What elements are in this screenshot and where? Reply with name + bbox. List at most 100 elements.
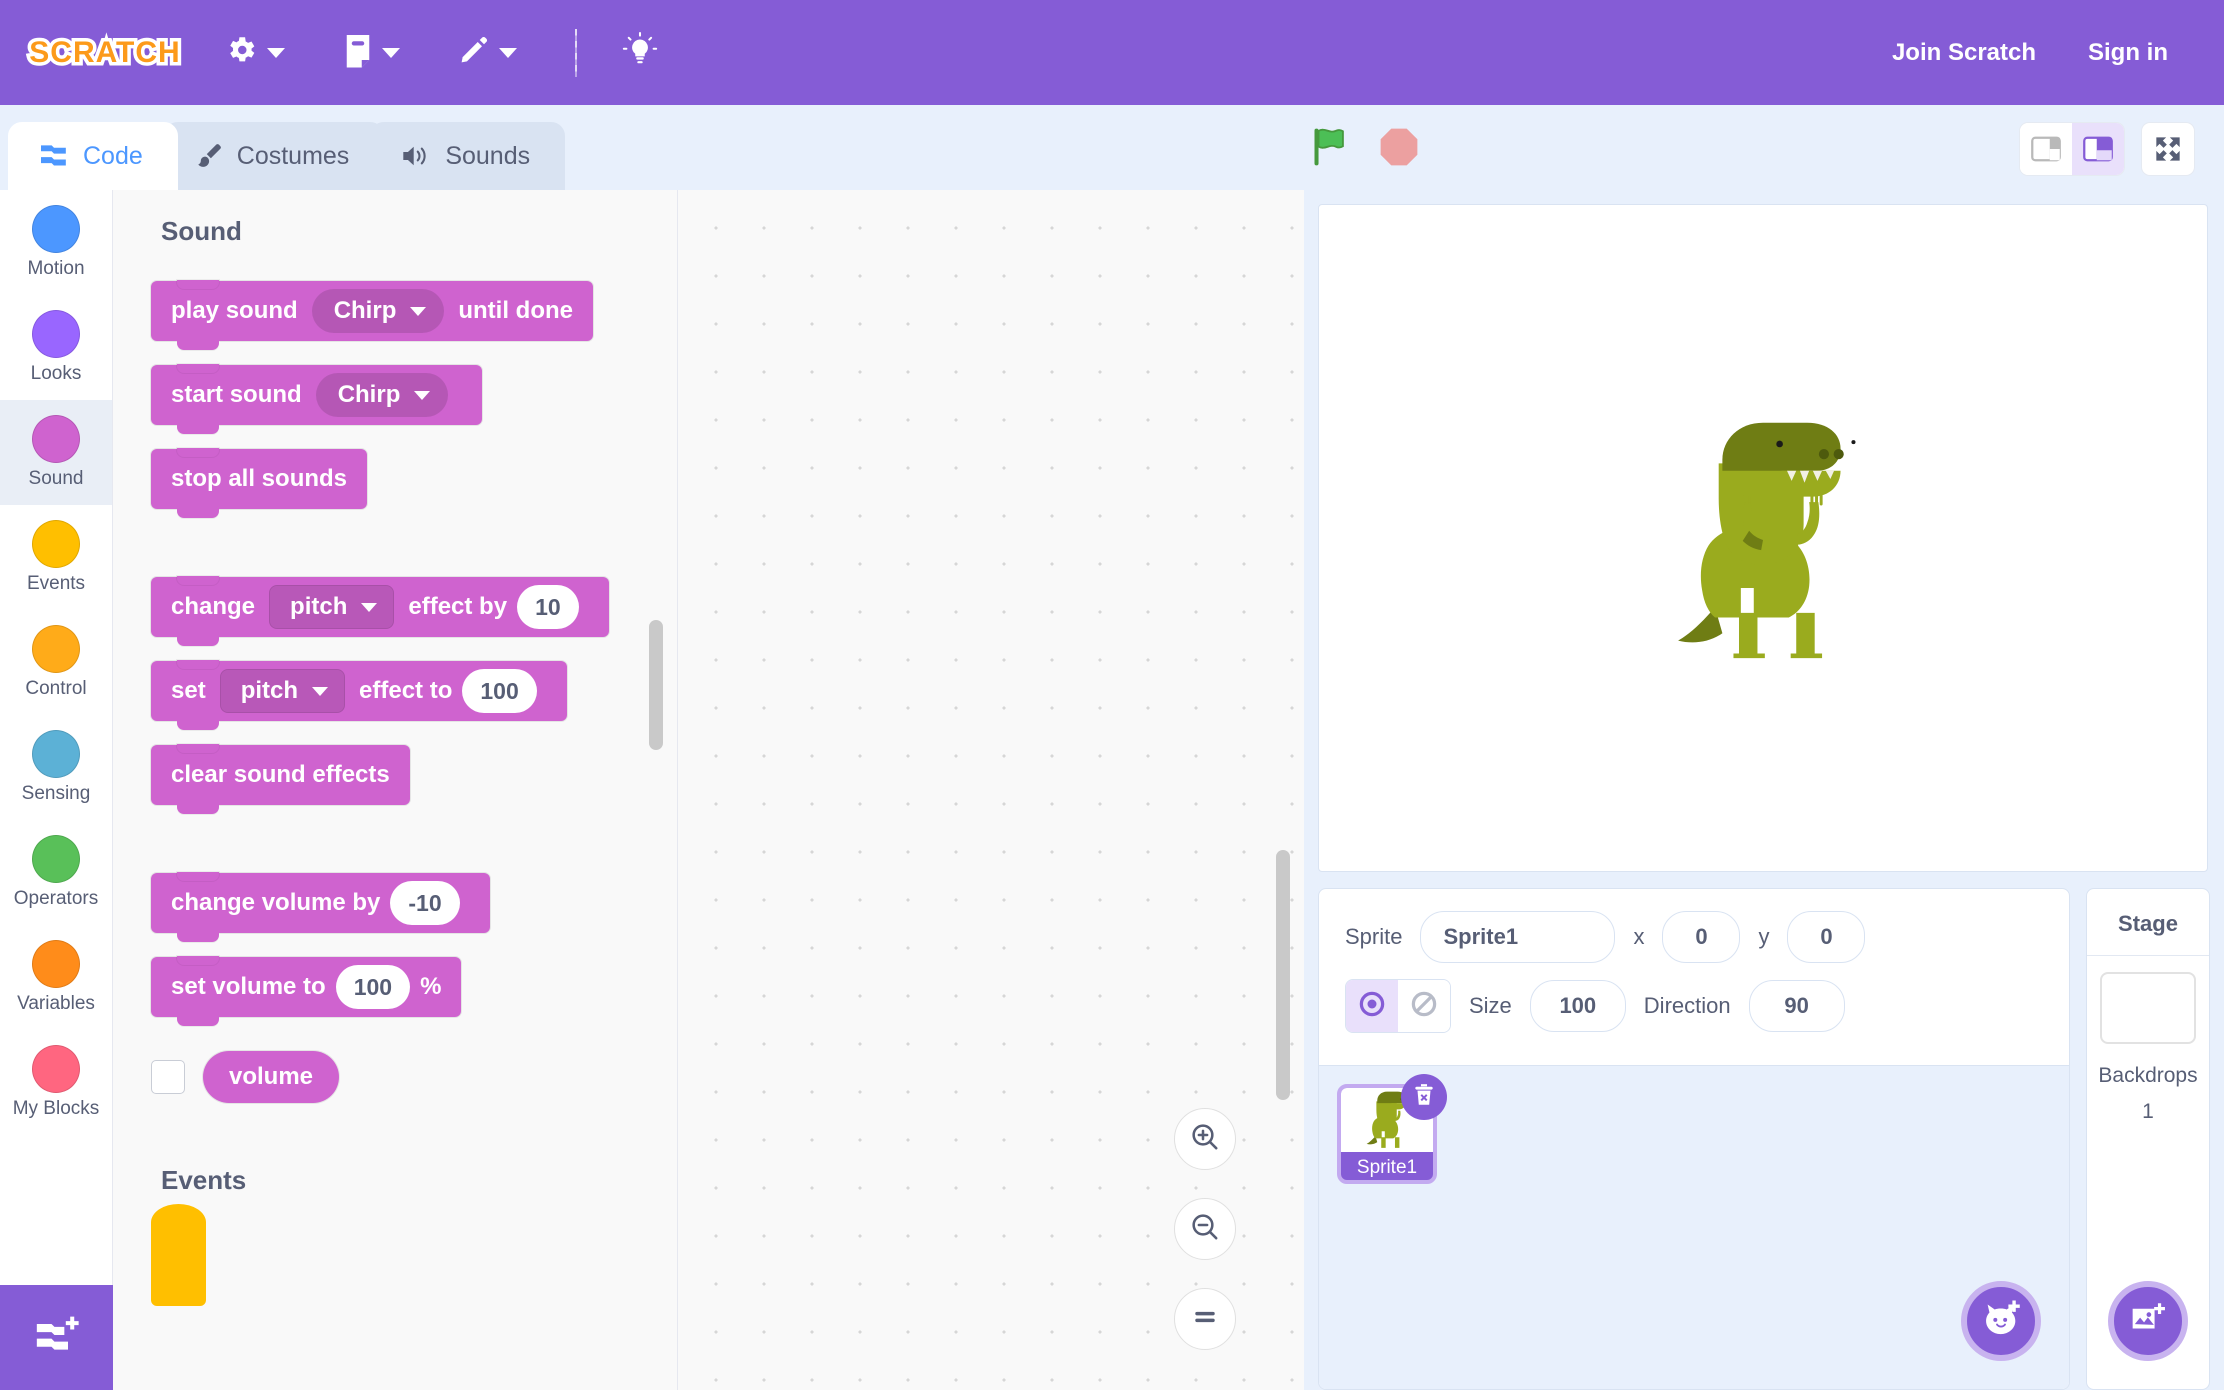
eye-icon xyxy=(1357,989,1387,1024)
block-label: change volume by xyxy=(171,889,380,917)
block-play-sound-until-done[interactable]: play sound Chirp until done xyxy=(151,281,593,341)
stage-and-sprites: Sprite Sprite1 x 0 y 0 xyxy=(1304,190,2224,1390)
backdrops-count: 1 xyxy=(2142,1100,2154,1124)
sprite-show-button[interactable] xyxy=(1346,980,1398,1032)
zoom-in-button[interactable] xyxy=(1174,1108,1236,1170)
block-clear-sound-effects[interactable]: clear sound effects xyxy=(151,745,410,805)
dropdown-value: Chirp xyxy=(334,297,397,325)
category-label: Variables xyxy=(17,993,95,1015)
block-label: play sound xyxy=(171,297,298,325)
chevron-down-icon xyxy=(414,391,430,400)
tab-code[interactable]: Code xyxy=(8,122,178,190)
category-control[interactable]: Control xyxy=(0,610,112,715)
volume-value-input[interactable]: 100 xyxy=(336,965,410,1009)
block-label: % xyxy=(420,973,441,1001)
category-events[interactable]: Events xyxy=(0,505,112,610)
stage-sprite-dinosaur[interactable] xyxy=(1643,408,1883,678)
add-backdrop-icon xyxy=(2129,1301,2167,1342)
green-flag-button[interactable] xyxy=(1310,125,1352,169)
effect-amount-input[interactable]: 10 xyxy=(517,585,579,629)
sprite-info: Sprite Sprite1 x 0 y 0 xyxy=(1319,889,2069,1065)
delete-sprite-button[interactable] xyxy=(1401,1074,1447,1120)
sprite-list-item[interactable]: Sprite1 xyxy=(1337,1084,1437,1184)
palette-heading-sound: Sound xyxy=(161,216,677,247)
category-color-dot xyxy=(32,1045,80,1093)
block-start-sound[interactable]: start sound Chirp xyxy=(151,365,482,425)
block-volume-reporter[interactable]: volume xyxy=(203,1051,339,1103)
small-stage-button[interactable] xyxy=(2020,123,2072,175)
sprite-hide-button[interactable] xyxy=(1398,980,1450,1032)
volume-change-input[interactable]: -10 xyxy=(390,881,459,925)
category-label: Sensing xyxy=(22,783,91,805)
stage-selector-pane: Stage Backdrops 1 xyxy=(2086,888,2210,1390)
file-menu[interactable] xyxy=(325,23,418,83)
edit-menu[interactable] xyxy=(440,23,535,83)
sprite-y-input[interactable]: 0 xyxy=(1787,911,1865,963)
large-stage-button[interactable] xyxy=(2072,123,2124,175)
sprite-x-input[interactable]: 0 xyxy=(1662,911,1740,963)
backdrop-thumbnail[interactable] xyxy=(2100,972,2196,1044)
sprite-direction-input[interactable]: 90 xyxy=(1749,980,1845,1032)
block-label: effect by xyxy=(408,593,507,621)
block-change-volume-by[interactable]: change volume by -10 xyxy=(151,873,490,933)
pencil-icon xyxy=(458,34,490,71)
block-set-volume-to[interactable]: set volume to 100 % xyxy=(151,957,461,1017)
add-extension-icon xyxy=(33,1313,81,1362)
sprite-visibility-group xyxy=(1345,979,1451,1033)
sign-in-button[interactable]: Sign in xyxy=(2062,39,2194,67)
tab-costumes[interactable]: Costumes xyxy=(164,122,385,190)
stop-button[interactable] xyxy=(1378,126,1420,168)
fullscreen-button[interactable] xyxy=(2142,123,2194,175)
sprite-size-input[interactable]: 100 xyxy=(1530,980,1626,1032)
chevron-down-icon xyxy=(499,48,517,58)
block-when-flag-clicked-palette[interactable] xyxy=(151,1230,206,1306)
stage-display[interactable] xyxy=(1318,204,2208,872)
lightbulb-icon xyxy=(621,31,659,74)
effect-dropdown[interactable]: pitch xyxy=(220,669,345,713)
category-sensing[interactable]: Sensing xyxy=(0,715,112,820)
effect-value-input[interactable]: 100 xyxy=(462,669,536,713)
sound-dropdown[interactable]: Chirp xyxy=(316,373,449,417)
zoom-in-icon xyxy=(1189,1121,1221,1158)
sound-dropdown[interactable]: Chirp xyxy=(312,289,445,333)
add-sprite-button[interactable] xyxy=(1961,1281,2041,1361)
tab-costumes-label: Costumes xyxy=(237,142,350,171)
block-change-effect-by[interactable]: change pitch effect by 10 xyxy=(151,577,609,637)
zoom-out-button[interactable] xyxy=(1174,1198,1236,1260)
code-workspace[interactable]: when clicked play sound Chirp unti xyxy=(678,190,1304,1390)
category-operators[interactable]: Operators xyxy=(0,820,112,925)
settings-menu[interactable] xyxy=(206,23,303,83)
category-label: Sound xyxy=(29,468,84,490)
dropdown-value: Chirp xyxy=(338,381,401,409)
sprite-name-input[interactable]: Sprite1 xyxy=(1420,911,1615,963)
category-sound[interactable]: Sound xyxy=(0,400,112,505)
block-stop-all-sounds[interactable]: stop all sounds xyxy=(151,449,367,509)
effect-dropdown[interactable]: pitch xyxy=(269,585,394,629)
tab-sounds[interactable]: Sounds xyxy=(370,122,565,190)
block-label: start sound xyxy=(171,381,302,409)
volume-monitor-checkbox[interactable] xyxy=(151,1060,185,1094)
sprite-x-label: x xyxy=(1633,924,1644,950)
category-looks[interactable]: Looks xyxy=(0,295,112,400)
add-extension-button[interactable] xyxy=(0,1285,113,1390)
tutorials-button[interactable] xyxy=(605,23,675,83)
block-palette[interactable]: Sound play sound Chirp until done start … xyxy=(113,190,678,1390)
category-my-blocks[interactable]: My Blocks xyxy=(0,1030,112,1135)
palette-scrollbar[interactable] xyxy=(649,620,663,750)
block-label: until done xyxy=(458,297,573,325)
menu-divider xyxy=(575,29,577,77)
add-backdrop-button[interactable] xyxy=(2108,1281,2188,1361)
block-label: set volume to xyxy=(171,973,326,1001)
sprite-pane: Sprite Sprite1 x 0 y 0 xyxy=(1318,888,2070,1390)
scratch-logo-text: SCRATCH xyxy=(29,36,180,70)
category-variables[interactable]: Variables xyxy=(0,925,112,1030)
stage-size-controls xyxy=(2020,123,2194,175)
workspace-vertical-scrollbar[interactable] xyxy=(1276,850,1290,1100)
sprite-info-row-1: Sprite Sprite1 x 0 y 0 xyxy=(1345,911,2043,963)
zoom-reset-icon xyxy=(1189,1301,1221,1338)
block-set-effect-to[interactable]: set pitch effect to 100 xyxy=(151,661,567,721)
join-scratch-button[interactable]: Join Scratch xyxy=(1866,39,2062,67)
scratch-logo[interactable]: SCRATCH xyxy=(26,25,184,81)
category-motion[interactable]: Motion xyxy=(0,190,112,295)
zoom-reset-button[interactable] xyxy=(1174,1288,1236,1350)
